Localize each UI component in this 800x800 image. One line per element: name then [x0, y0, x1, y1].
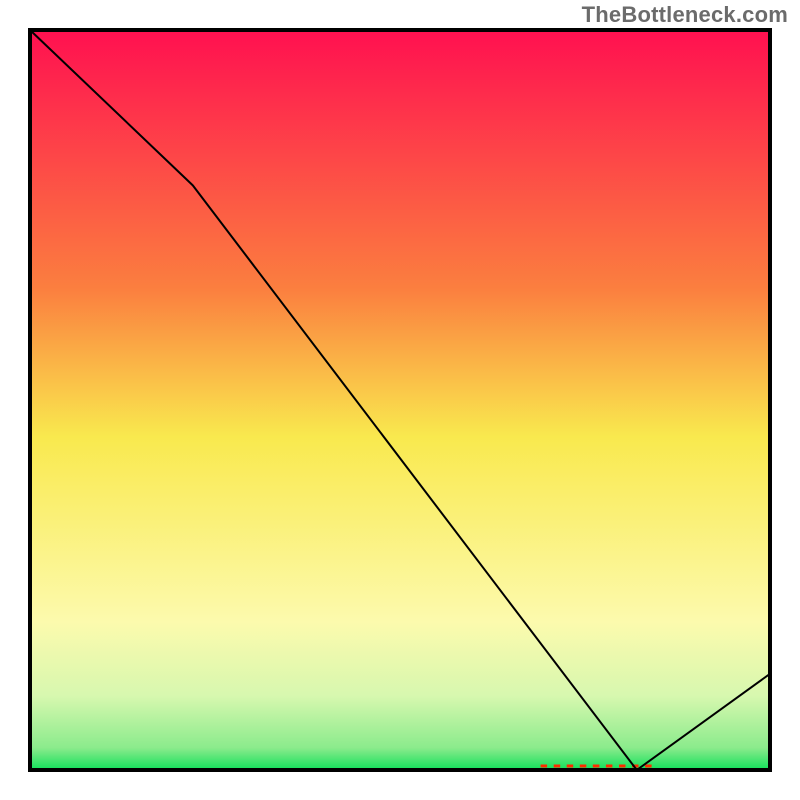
chart-svg — [0, 0, 800, 800]
chart-stage: TheBottleneck.com — [0, 0, 800, 800]
gradient-background — [30, 30, 770, 770]
